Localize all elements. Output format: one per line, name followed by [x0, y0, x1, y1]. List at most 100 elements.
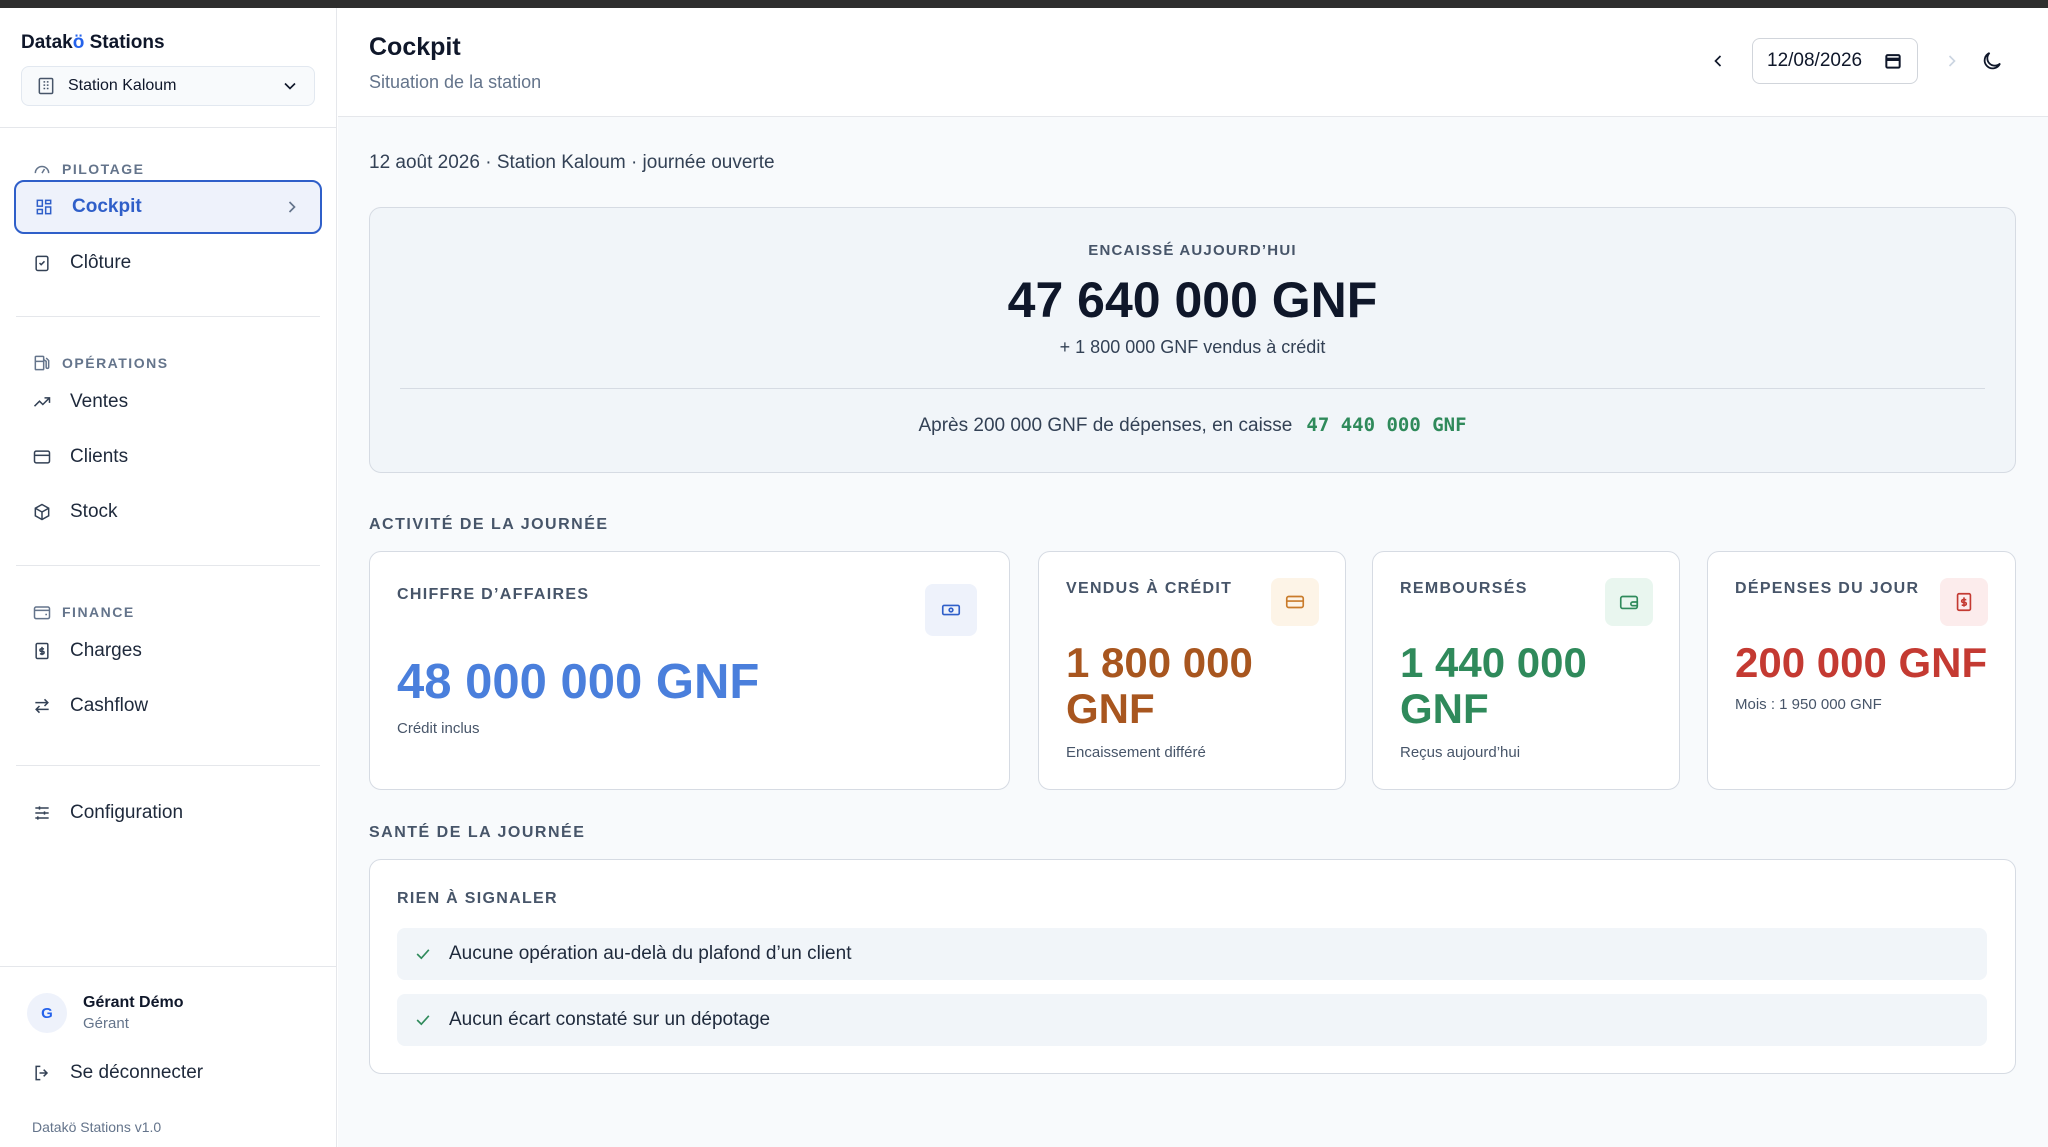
sidebar-item-cockpit[interactable]: Cockpit	[14, 180, 322, 234]
receipt-icon	[32, 641, 52, 661]
sidebar-divider	[16, 565, 320, 566]
hero-amount: 47 640 000 GNF	[1007, 272, 1378, 328]
card-note: Mois : 1 950 000 GNF	[1735, 696, 1882, 713]
card-label: DÉPENSES DU JOUR	[1735, 580, 1920, 597]
card-note: Reçus aujourd’hui	[1400, 744, 1521, 761]
user-profile: G Gérant Démo Gérant	[27, 993, 183, 1033]
check-icon	[413, 944, 433, 964]
banknote-icon	[925, 584, 977, 636]
user-role: Gérant	[83, 1015, 129, 1032]
sidebar-item-ventes[interactable]: Ventes	[14, 375, 322, 429]
page-subtitle: Situation de la station	[369, 72, 542, 92]
chevron-right-icon	[1948, 55, 1956, 67]
section-label-finance: FINANCE	[32, 602, 135, 622]
app-version: Datakö Stations v1.0	[32, 1119, 162, 1135]
card-note: Encaissement différé	[1066, 744, 1206, 761]
sidebar-item-label: Clients	[70, 446, 129, 467]
card-chiffre-affaires: CHIFFRE D’AFFAIRES 48 000 000 GNF Crédit…	[369, 551, 1010, 790]
clipboard-check-icon	[32, 253, 52, 273]
day-summary-meta: 12 août 2026 · Station Kaloum · journée …	[369, 152, 775, 173]
moon-icon	[1983, 52, 2001, 70]
health-check-item: Aucune opération au-delà du plafond d’un…	[397, 928, 1987, 980]
sidebar-item-cashflow[interactable]: Cashflow	[14, 679, 322, 733]
card-depenses: DÉPENSES DU JOUR 200 000 GNF Mois : 1 95…	[1707, 551, 2016, 790]
avatar: G	[27, 993, 67, 1033]
date-input-value: 12/08/2026	[1767, 50, 1863, 71]
sliders-icon	[32, 803, 52, 823]
hero-label: ENCAISSÉ AUJOURD’HUI	[1088, 242, 1297, 259]
page-title: Cockpit	[369, 33, 461, 61]
chevron-down-icon	[280, 76, 300, 96]
sidebar-divider	[16, 765, 320, 766]
card-value: 48 000 000 GNF	[397, 655, 760, 709]
activity-section-title: ACTIVITÉ DE LA JOURNÉE	[369, 516, 609, 533]
sidebar-item-label: Configuration	[70, 802, 184, 823]
sidebar-item-label: Clôture	[70, 252, 132, 273]
trending-up-icon	[32, 392, 52, 412]
health-check-text: Aucune opération au-delà du plafond d’un…	[449, 943, 852, 964]
card-rembourses: REMBOURSÉS 1 440 000 GNF Reçus aujourd’h…	[1372, 551, 1680, 790]
previous-day-button[interactable]	[1706, 49, 1730, 73]
theme-toggle-button[interactable]	[1980, 49, 2006, 75]
sidebar-item-stock[interactable]: Stock	[14, 485, 322, 539]
sidebar-item-label: Ventes	[70, 391, 129, 412]
card-value: 1 440 000 GNF	[1400, 639, 1587, 733]
fuel-pump-icon	[32, 353, 52, 373]
date-input[interactable]: 12/08/2026	[1752, 38, 1918, 84]
card-label: REMBOURSÉS	[1400, 580, 1528, 597]
page-header: Cockpit Situation de la station 12/08/20…	[338, 8, 2048, 117]
hero-cash-line: Après 200 000 GNF de dépenses, en caisse…	[370, 414, 2015, 437]
calendar-icon[interactable]	[1883, 51, 1903, 71]
health-check-item: Aucun écart constaté sur un dépotage	[397, 994, 1987, 1046]
sidebar: Datakö Stations Station Kaloum PILOTAGE …	[0, 8, 337, 1147]
station-selector-label: Station Kaloum	[68, 77, 177, 94]
hero-cash-text: Après 200 000 GNF de dépenses, en caisse	[918, 415, 1293, 436]
hero-credit-line: + 1 800 000 GNF vendus à crédit	[1059, 337, 1326, 357]
date-navigator: 12/08/2026	[1706, 38, 1964, 84]
cash-summary-panel: ENCAISSÉ AUJOURD’HUI 47 640 000 GNF + 1 …	[369, 207, 2016, 473]
card-note: Crédit inclus	[397, 720, 480, 737]
hero-cash-amount: 47 440 000 GNF	[1306, 414, 1467, 436]
hero-divider	[400, 388, 1985, 389]
station-selector[interactable]: Station Kaloum	[21, 66, 315, 106]
main-content: Cockpit Situation de la station 12/08/20…	[338, 8, 2048, 1147]
package-icon	[32, 502, 52, 522]
user-name: Gérant Démo	[83, 994, 184, 1011]
sidebar-item-label: Cashflow	[70, 695, 149, 716]
sidebar-item-label: Cockpit	[72, 196, 142, 217]
card-vendus-credit: VENDUS À CRÉDIT 1 800 000 GNF Encaisseme…	[1038, 551, 1346, 790]
sidebar-item-cloture[interactable]: Clôture	[14, 236, 322, 290]
health-section-title: SANTÉ DE LA JOURNÉE	[369, 824, 586, 841]
check-icon	[413, 1010, 433, 1030]
sidebar-item-charges[interactable]: Charges	[14, 624, 322, 678]
section-label-pilotage: PILOTAGE	[32, 159, 145, 179]
sidebar-item-clients[interactable]: Clients	[14, 430, 322, 484]
sidebar-item-label: Stock	[70, 501, 118, 522]
window-top-strip	[0, 0, 2048, 8]
dashboard-icon	[34, 197, 54, 217]
sidebar-item-label: Charges	[70, 640, 142, 661]
gauge-icon	[32, 159, 52, 179]
next-day-button[interactable]	[1940, 49, 1964, 73]
credit-card-icon	[32, 447, 52, 467]
card-label: VENDUS À CRÉDIT	[1066, 580, 1233, 597]
receipt-icon	[1940, 578, 1988, 626]
health-check-text: Aucun écart constaté sur un dépotage	[449, 1009, 771, 1030]
wallet-icon	[32, 602, 52, 622]
building-icon	[36, 76, 56, 96]
sidebar-divider	[0, 966, 337, 967]
chevron-right-icon	[282, 197, 302, 217]
card-value: 1 800 000 GNF	[1066, 639, 1253, 733]
card-value: 200 000 GNF	[1735, 639, 1988, 686]
sidebar-item-configuration[interactable]: Configuration	[14, 786, 322, 840]
logout-button[interactable]: Se déconnecter	[14, 1046, 322, 1100]
health-panel: RIEN À SIGNALER Aucune opération au-delà…	[369, 859, 2016, 1074]
logout-label: Se déconnecter	[70, 1062, 204, 1083]
section-label-operations: OPÉRATIONS	[32, 353, 169, 373]
logout-icon	[32, 1063, 52, 1083]
chevron-left-icon	[1714, 55, 1722, 67]
wallet-icon	[1605, 578, 1653, 626]
card-label: CHIFFRE D’AFFAIRES	[397, 586, 590, 603]
card-payment-icon	[1271, 578, 1319, 626]
sidebar-divider	[0, 127, 337, 128]
